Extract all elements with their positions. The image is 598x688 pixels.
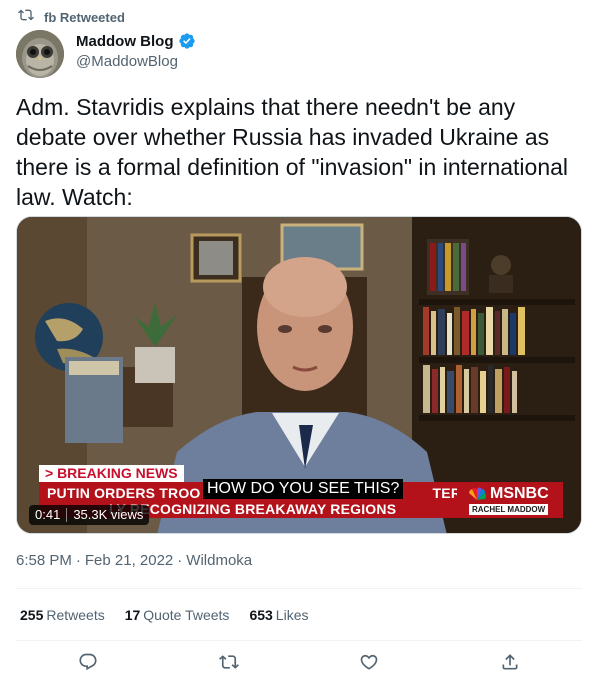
divider: [16, 588, 582, 589]
show-name: RACHEL MADDOW: [469, 504, 549, 515]
retweet-label[interactable]: fb Retweeted: [44, 10, 125, 25]
divider: [16, 640, 582, 641]
tweet-date[interactable]: Feb 21, 2022: [85, 552, 173, 569]
retweet-context[interactable]: fb Retweeted: [18, 8, 125, 26]
share-button[interactable]: [498, 652, 522, 676]
verified-badge-icon: [178, 32, 196, 50]
peacock-icon: [467, 487, 487, 501]
reply-icon: [78, 652, 98, 677]
breaking-news-label: > BREAKING NEWS: [39, 465, 184, 482]
display-name[interactable]: Maddow Blog: [76, 33, 174, 50]
video-subtitle: HOW DO YOU SEE THIS?: [203, 479, 404, 499]
video-time: 0:41: [35, 507, 61, 522]
retweet-icon: [219, 652, 239, 677]
network-logo: MSNBC: [467, 485, 549, 503]
retweets-stat[interactable]: 255 Retweets: [20, 607, 105, 623]
tweet-source[interactable]: Wildmoka: [186, 552, 252, 569]
retweet-button[interactable]: [217, 652, 241, 676]
tweet-stats: 255 Retweets 17 Quote Tweets 653 Likes: [20, 607, 308, 623]
action-bar: [0, 652, 598, 676]
tweet-meta: 6:58 PM · Feb 21, 2022 · Wildmoka: [16, 552, 253, 569]
author-block[interactable]: Maddow Blog @MaddowBlog: [76, 32, 196, 70]
share-icon: [500, 652, 520, 677]
reply-button[interactable]: [76, 652, 100, 676]
tweet-time[interactable]: 6:58 PM: [16, 552, 72, 569]
quote-tweets-stat[interactable]: 17 Quote Tweets: [125, 607, 230, 623]
video-timecode: 0:41 35.3K views: [29, 505, 150, 525]
tweet-text: Adm. Stavridis explains that there needn…: [16, 94, 569, 210]
video-views: 35.3K views: [73, 507, 144, 522]
video-player[interactable]: > BREAKING NEWS PUTIN ORDERS TROO TER LY …: [16, 216, 582, 534]
like-button[interactable]: [357, 652, 381, 676]
handle[interactable]: @MaddowBlog: [76, 53, 196, 70]
avatar[interactable]: [16, 30, 64, 78]
likes-stat[interactable]: 653 Likes: [249, 607, 308, 623]
heart-icon: [359, 652, 379, 677]
retweet-icon: [18, 7, 34, 28]
